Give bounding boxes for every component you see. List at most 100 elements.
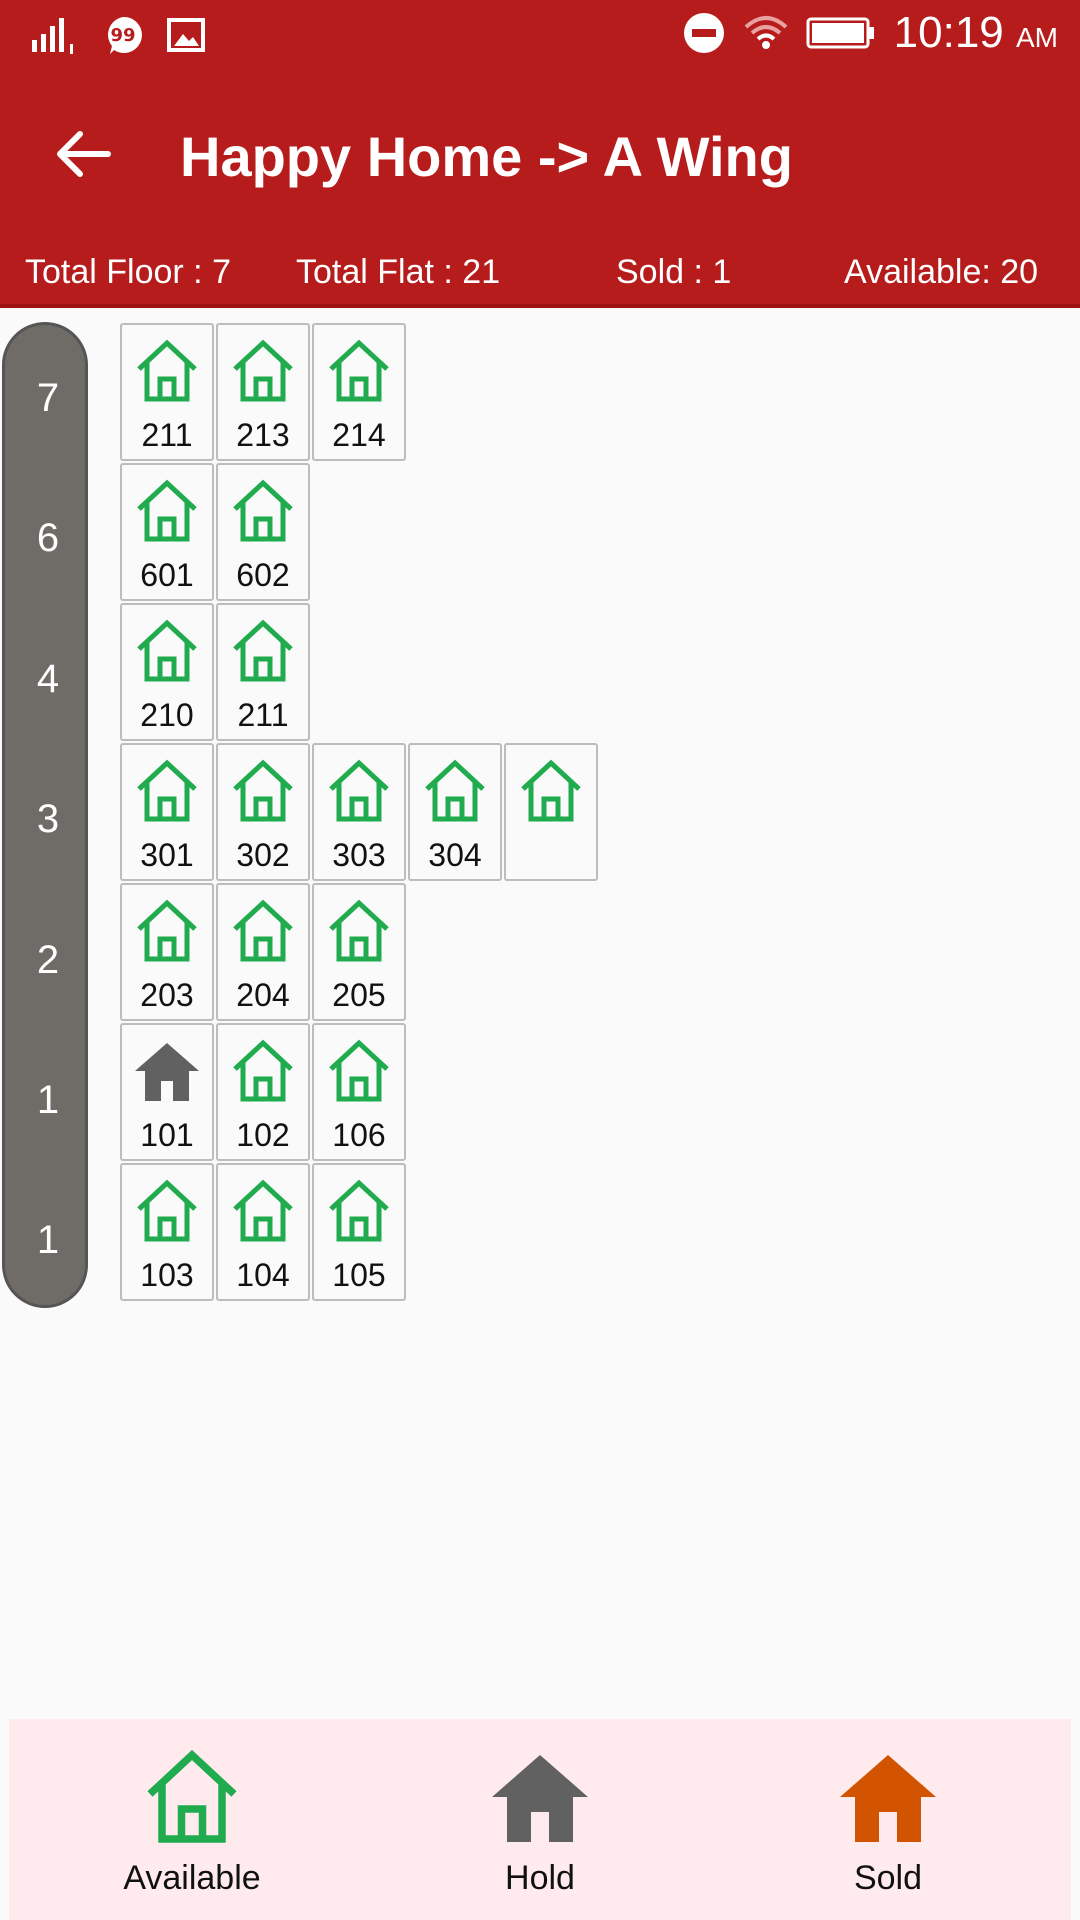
- legend-hold[interactable]: Hold: [440, 1749, 640, 1898]
- wifi-icon: [744, 16, 787, 49]
- page-title: Happy Home -> A Wing: [180, 125, 793, 188]
- flat-number: 102: [236, 1117, 290, 1153]
- floor-label: 1: [36, 1218, 60, 1262]
- flat-number: 204: [236, 977, 290, 1013]
- flat-number: 304: [428, 837, 482, 873]
- legend-sold-label: Sold: [853, 1859, 923, 1897]
- floor-label: 3: [36, 797, 60, 841]
- flat-number: 101: [140, 1117, 194, 1153]
- house-available-icon: [233, 1039, 293, 1102]
- legend-available-label: Available: [123, 1859, 261, 1897]
- legend-available[interactable]: Available: [92, 1749, 292, 1898]
- floor-label: 7: [36, 376, 60, 420]
- flat-number: 303: [332, 837, 386, 873]
- flat-tile[interactable]: 106: [312, 1023, 406, 1161]
- flat-tile[interactable]: 303: [312, 743, 406, 881]
- status-bar: 99 10:19 AM: [0, 0, 1080, 78]
- flat-number: 213: [236, 417, 290, 453]
- flat-tile[interactable]: 101: [120, 1023, 214, 1161]
- flat-tile[interactable]: 105: [312, 1163, 406, 1301]
- house-available-icon: [137, 1179, 197, 1242]
- flat-number: 210: [140, 697, 194, 733]
- flat-number: 301: [140, 837, 194, 873]
- flat-tile[interactable]: 214: [312, 323, 406, 461]
- flat-number: 211: [237, 697, 289, 733]
- house-available-icon: [233, 619, 293, 682]
- back-button[interactable]: [44, 114, 124, 194]
- sold-count-label: Sold : 1: [616, 253, 732, 291]
- flat-tile[interactable]: [504, 743, 598, 881]
- house-available-icon: [137, 899, 197, 962]
- image-icon: [167, 18, 205, 52]
- house-available-icon: [329, 899, 389, 962]
- status-legend: Available Hold Sold: [9, 1719, 1071, 1920]
- floor-row: 203 204 205: [120, 883, 406, 1023]
- signal-icon: [32, 18, 73, 54]
- flat-tile[interactable]: 304: [408, 743, 502, 881]
- flat-number: 302: [236, 837, 290, 873]
- house-hold-icon: [492, 1755, 588, 1842]
- total-flat-label: Total Flat : 21: [296, 253, 501, 291]
- status-bar-right: 10:19 AM: [682, 8, 1058, 58]
- house-available-icon: [233, 1179, 293, 1242]
- total-floor-label: Total Floor : 7: [25, 253, 231, 291]
- flat-tile[interactable]: 301: [120, 743, 214, 881]
- house-available-icon: [233, 339, 293, 402]
- house-available-icon: [521, 759, 581, 822]
- flat-number: 203: [140, 977, 194, 1013]
- flat-number: 601: [140, 557, 194, 593]
- flat-tile[interactable]: 601: [120, 463, 214, 601]
- house-available-icon: [329, 759, 389, 822]
- floor-label: 2: [36, 938, 60, 982]
- flat-tile[interactable]: 211: [216, 603, 310, 741]
- flat-tile[interactable]: 210: [120, 603, 214, 741]
- legend-sold[interactable]: Sold: [788, 1749, 988, 1898]
- flat-tile[interactable]: 104: [216, 1163, 310, 1301]
- flat-number: 106: [332, 1117, 386, 1153]
- app-bar-divider: [0, 304, 1080, 308]
- do-not-disturb-icon: [683, 13, 724, 53]
- floor-row: 211 213 214: [120, 323, 406, 463]
- floor-label: 6: [36, 516, 60, 560]
- clock-ampm: AM: [1016, 22, 1058, 53]
- floor-label: 1: [36, 1078, 60, 1122]
- flat-tile[interactable]: 213: [216, 323, 310, 461]
- flat-number: 211: [141, 417, 193, 453]
- flat-number: 103: [140, 1257, 194, 1293]
- legend-hold-label: Hold: [505, 1859, 575, 1897]
- floor-row: 301 302 303 304: [120, 743, 598, 883]
- clock: 10:19 AM: [894, 8, 1058, 58]
- flat-tile[interactable]: 204: [216, 883, 310, 1021]
- floor-row: 101 102 106: [120, 1023, 406, 1163]
- house-available-icon: [137, 479, 197, 542]
- flat-tile[interactable]: 302: [216, 743, 310, 881]
- house-hold-icon: [135, 1043, 199, 1101]
- house-available-icon: [329, 1179, 389, 1242]
- flat-tile[interactable]: 203: [120, 883, 214, 1021]
- flat-tile[interactable]: 102: [216, 1023, 310, 1161]
- flat-tile[interactable]: 602: [216, 463, 310, 601]
- flat-tile[interactable]: 205: [312, 883, 406, 1021]
- svg-text:99: 99: [110, 25, 135, 46]
- house-available-icon: [233, 759, 293, 822]
- flat-tile[interactable]: 103: [120, 1163, 214, 1301]
- flat-number: 105: [332, 1257, 386, 1293]
- battery-icon: [806, 17, 874, 49]
- flat-number: 214: [332, 417, 386, 453]
- flat-number: 602: [236, 557, 290, 593]
- clock-time: 10:19: [893, 8, 1004, 57]
- chat-bubble-icon: 99: [108, 16, 142, 54]
- house-available-icon: [425, 759, 485, 822]
- app-bar: Happy Home -> A Wing Total Floor : 7 Tot…: [0, 78, 1080, 304]
- house-available-icon: [233, 479, 293, 542]
- flat-number: 104: [236, 1257, 290, 1293]
- house-available-icon: [137, 619, 197, 682]
- flat-tile[interactable]: 211: [120, 323, 214, 461]
- house-available-icon: [147, 1749, 237, 1843]
- floor-row: 103 104 105: [120, 1163, 406, 1303]
- floor-row: 210 211: [120, 603, 310, 743]
- flat-number: 205: [332, 977, 386, 1013]
- house-available-icon: [233, 899, 293, 962]
- status-bar-left: 99: [30, 14, 206, 56]
- house-available-icon: [329, 1039, 389, 1102]
